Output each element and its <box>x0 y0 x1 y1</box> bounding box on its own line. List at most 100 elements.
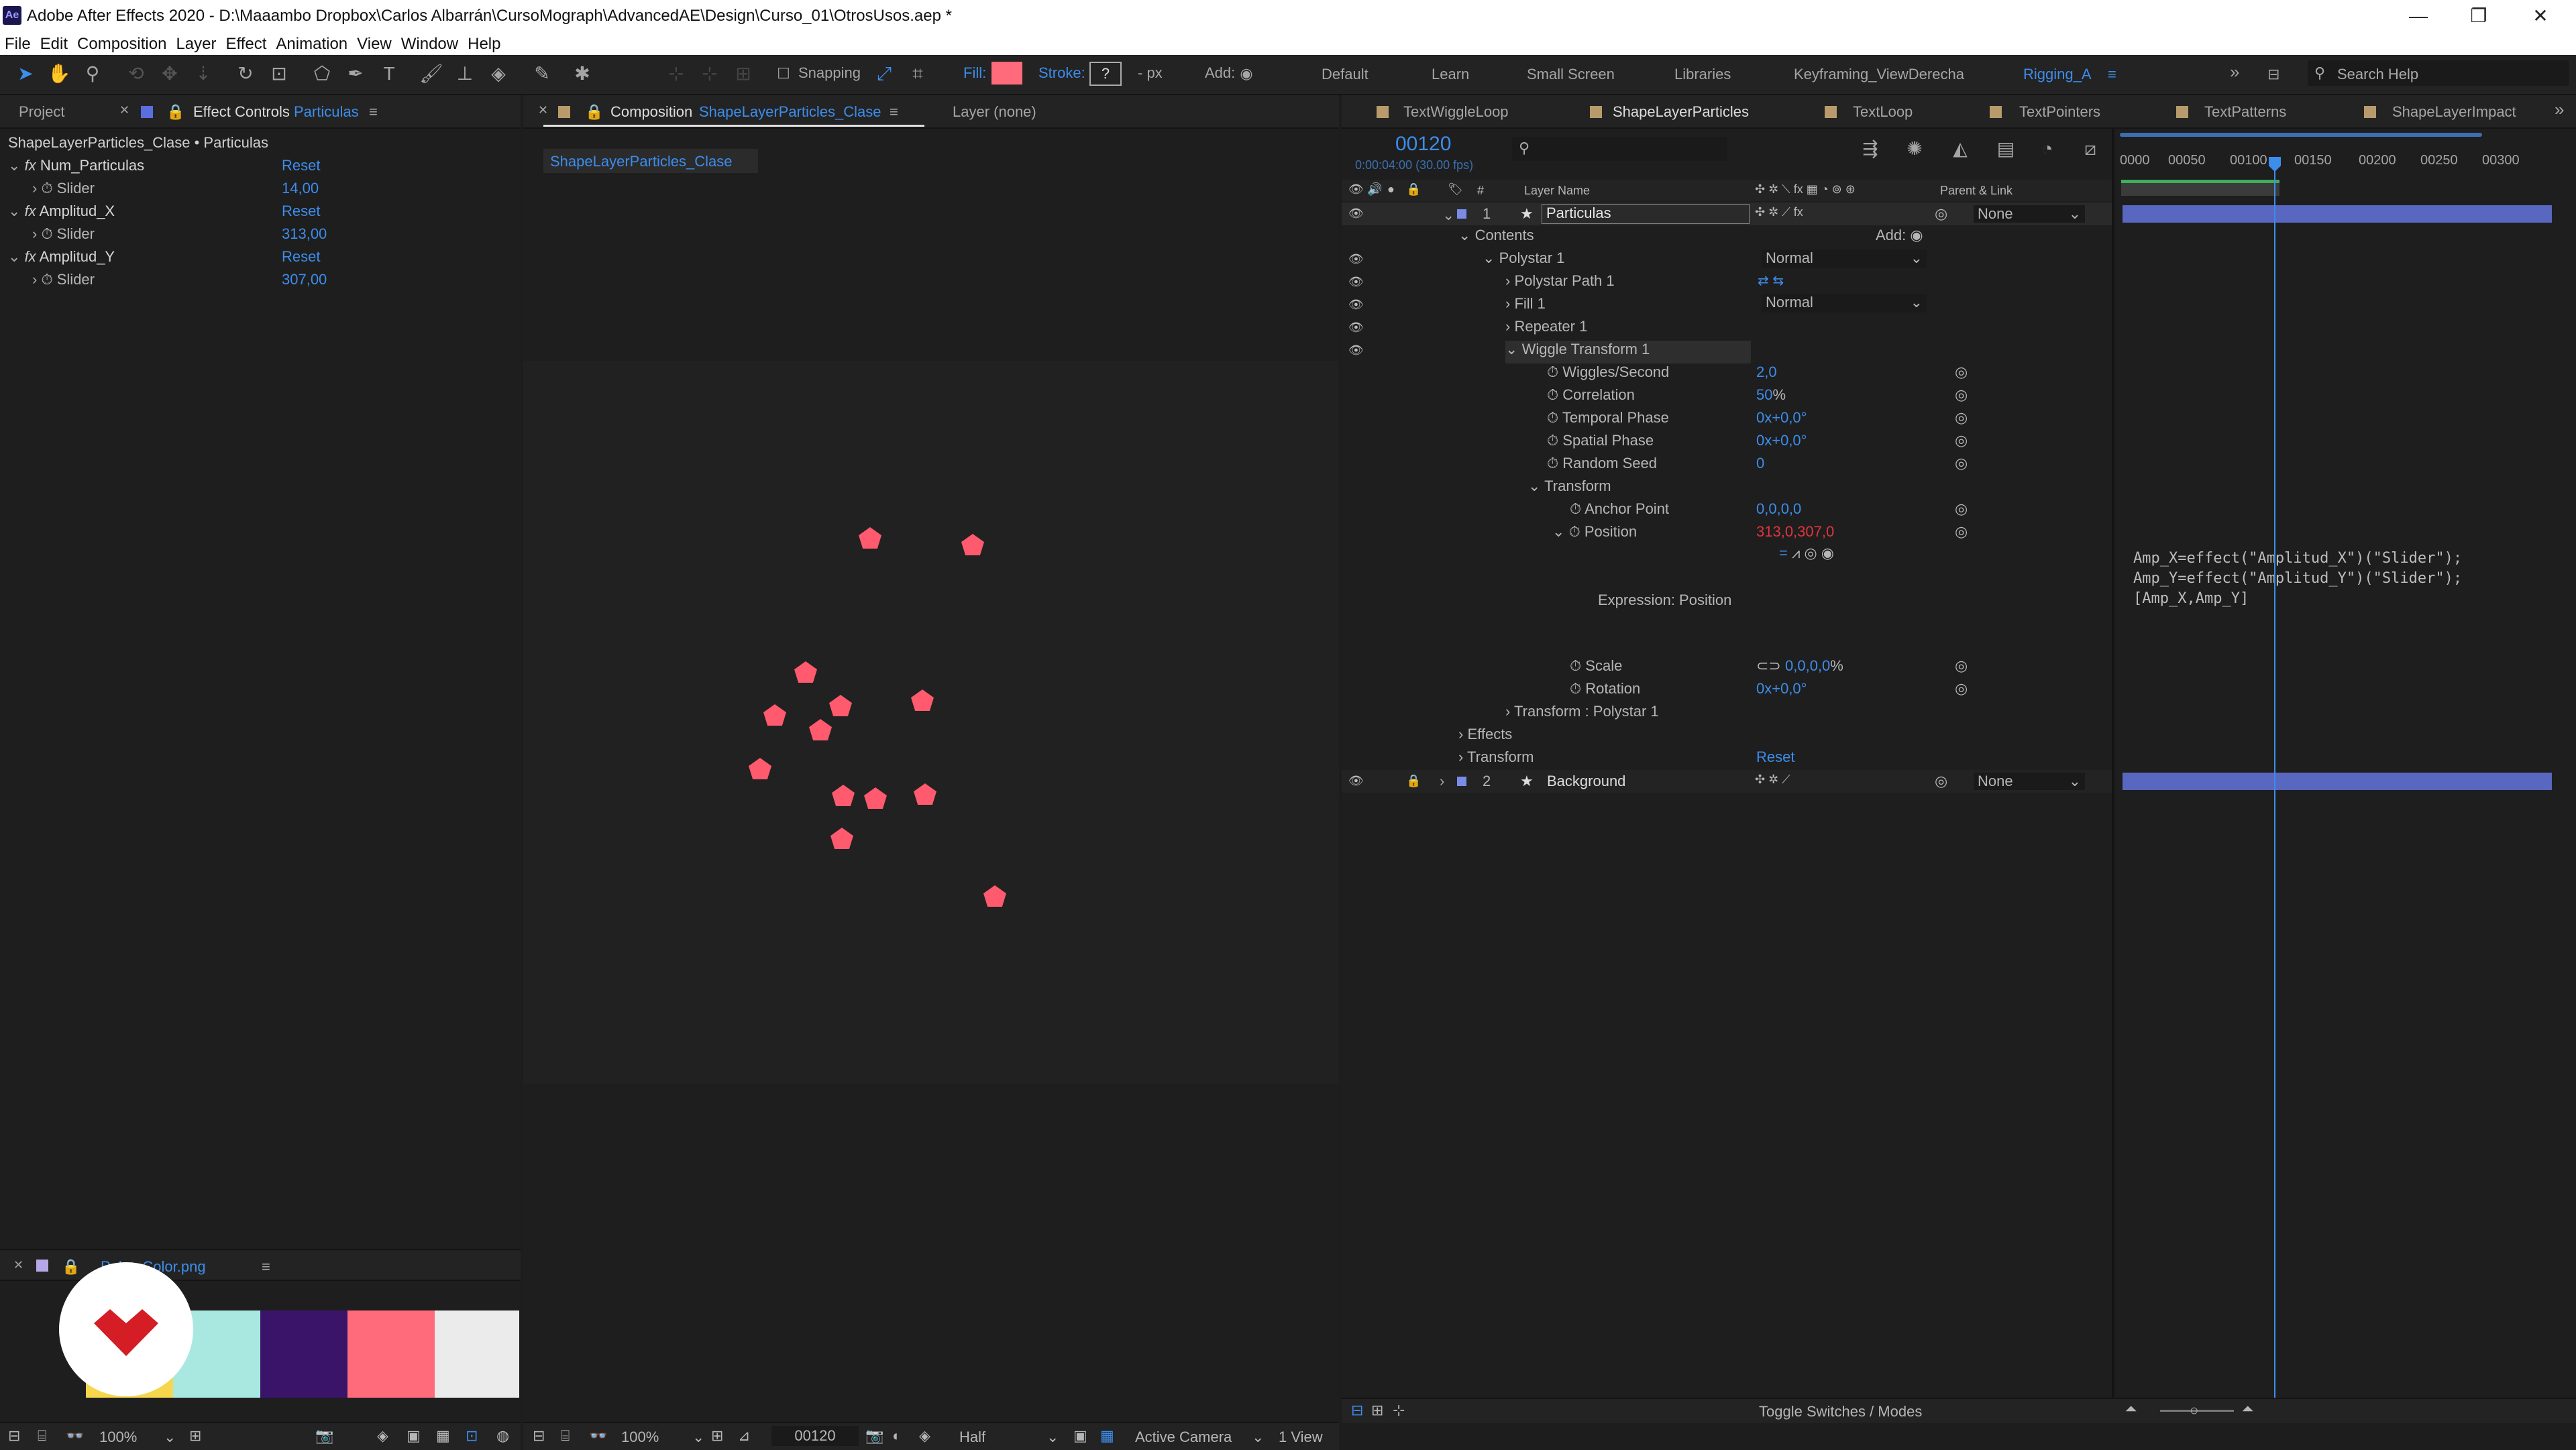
menu-window[interactable]: Window <box>396 34 463 54</box>
close-tab-icon[interactable]: ✕ <box>13 1258 23 1272</box>
menu-view[interactable]: View <box>352 34 396 54</box>
current-time-field[interactable]: 00120 <box>771 1426 859 1446</box>
expression-line-2[interactable]: Amp_Y=effect("Amplitud_Y")("Slider"); <box>2133 569 2462 589</box>
layer-lock-icon[interactable]: 🔒 <box>1406 774 1421 788</box>
effect-num-particulas[interactable]: ⌄ fx Num_Particulas Reset <box>8 157 504 180</box>
tab-layer[interactable]: Layer (none) <box>953 103 1036 121</box>
shy-layers-icon[interactable]: ◭ <box>1948 137 1972 161</box>
graph-editor-icon[interactable]: ⧄ <box>2078 137 2102 161</box>
toggle-transparency-grid-icon[interactable]: ▦ <box>1100 1427 1114 1445</box>
pan-behind-tool-icon[interactable]: ⊡ <box>267 62 291 86</box>
expression-line-1[interactable]: Amp_X=effect("Amplitud_X")("Slider"); <box>2133 549 2462 569</box>
current-time-indicator[interactable] <box>2274 157 2275 1422</box>
clone-stamp-icon[interactable]: ⊥ <box>453 62 477 86</box>
region-of-interest-icon[interactable]: ▣ <box>407 1427 421 1445</box>
wiggle-transform-subgroup[interactable]: ⌄ Transform <box>1528 478 1611 500</box>
zoom-out-mountain-icon[interactable]: ⏶ <box>2125 1400 2137 1418</box>
stroke-color-swatch[interactable]: ? <box>1089 62 1122 86</box>
local-axis-icon[interactable]: ⊹ <box>664 62 688 86</box>
resolution-dropdown[interactable]: Half <box>959 1429 985 1446</box>
parent-dropdown[interactable]: None ⌄ <box>1974 205 2085 223</box>
snap-features-icon[interactable]: ⌗ <box>906 62 930 86</box>
toggle-transfer-controls-icon[interactable]: ⊞ <box>1371 1402 1383 1419</box>
slider-value[interactable]: 14,00 <box>282 180 319 197</box>
zoom-in-mountain-icon[interactable]: ⏶ <box>2242 1400 2254 1418</box>
hand-tool-icon[interactable]: ✋ <box>47 62 71 86</box>
composition-viewer[interactable] <box>523 361 1339 1084</box>
panel-menu-icon[interactable]: ≡ <box>369 103 378 121</box>
expression-spiral-icon[interactable]: ◎ <box>1955 500 1968 518</box>
preview-monitor-icon[interactable]: ⌸ <box>561 1427 570 1445</box>
roto-brush-icon[interactable]: ✎ <box>530 62 554 86</box>
visibility-eye-icon[interactable]: 👁 <box>1348 774 1364 788</box>
snapshot-camera-icon[interactable]: 📷 <box>315 1427 333 1445</box>
timeline-tab-textwiggleloop[interactable]: TextWiggleLoop <box>1403 103 1509 121</box>
contents-group[interactable]: ⌄ Contents <box>1458 227 1534 249</box>
work-area-bar[interactable] <box>2120 133 2482 137</box>
wiggles-second-property[interactable]: ⏱ Wiggles/Second <box>1547 364 1669 386</box>
pan-camera-icon[interactable]: ✥ <box>158 62 182 86</box>
menu-layer[interactable]: Layer <box>171 34 221 54</box>
position-property[interactable]: ⌄ ⏱ Position <box>1552 523 1637 546</box>
fill-blend-mode-dropdown[interactable]: Normal ⌄ <box>1762 294 1927 313</box>
tab-effect-controls-layer[interactable]: Particulas <box>294 103 359 121</box>
layer-row-background[interactable]: 👁 🔒 › 2 ★ Background ✣ ✲ ⟋ ◎ None ⌄ <box>1342 770 2112 793</box>
anchor-point-property[interactable]: ⏱ Anchor Point <box>1570 500 1669 523</box>
slider-value[interactable]: 307,00 <box>282 271 327 288</box>
expression-spiral-icon[interactable]: ◎ <box>1955 432 1968 449</box>
timeline-tab-textpointers[interactable]: TextPointers <box>2019 103 2100 121</box>
reset-exposure-icon[interactable]: ◍ <box>496 1427 509 1445</box>
fit-frame-icon[interactable]: ⊞ <box>189 1427 201 1445</box>
type-tool-icon[interactable]: T <box>377 62 401 86</box>
timeline-divider[interactable] <box>2112 127 2114 1422</box>
eraser-tool-icon[interactable]: ◈ <box>486 62 511 86</box>
pickwhip-icon[interactable]: ◎ <box>1935 773 1947 790</box>
menu-animation[interactable]: Animation <box>271 34 352 54</box>
chevron-down-icon[interactable]: ⌄ <box>1046 1429 1059 1446</box>
panel-menu-icon[interactable]: ≡ <box>262 1258 270 1276</box>
timeline-tab-textpatterns[interactable]: TextPatterns <box>2204 103 2286 121</box>
workspace-libraries[interactable]: Libraries <box>1674 66 1731 83</box>
reset-link[interactable]: Reset <box>282 203 320 220</box>
toggle-in-out-icon[interactable]: ⊹ <box>1393 1402 1405 1419</box>
dolly-camera-icon[interactable]: ⇣ <box>191 62 215 86</box>
tab-project[interactable]: Project <box>19 103 64 121</box>
stopwatch-icon[interactable]: ⏱ <box>41 225 52 242</box>
show-channel-icon[interactable]: ◈ <box>919 1427 930 1445</box>
polystar-path-group[interactable]: › Polystar Path 1 <box>1505 272 1615 295</box>
comp-mini-flowchart-icon[interactable]: ⇶ <box>1858 137 1882 161</box>
comp-breadcrumb[interactable]: ShapeLayerParticles_Clase <box>543 149 758 173</box>
expression-controls-icons[interactable]: = ⩘ ◎ ◉ <box>1779 545 1834 562</box>
tab-composition-name[interactable]: ShapeLayerParticles_Clase <box>699 103 881 121</box>
timeline-overflow-icon[interactable]: » <box>2555 99 2564 120</box>
preview-monitor-icon[interactable]: ⌸ <box>38 1427 46 1445</box>
add-menu-icon[interactable]: ◉ <box>1234 62 1258 86</box>
safe-margins-icon[interactable]: ⊿ <box>738 1427 750 1445</box>
snapping-checkbox-icon[interactable]: ☐ <box>771 62 796 86</box>
motion-blur-icon[interactable]: ◔ <box>2035 137 2059 161</box>
toggle-mask-icon[interactable]: ⊟ <box>533 1427 545 1445</box>
visibility-eye-icon[interactable]: 👁 <box>1348 321 1364 335</box>
layer-name-field[interactable]: Particulas <box>1542 204 1750 224</box>
reset-link[interactable]: Reset <box>282 248 320 266</box>
workspace-keyframing[interactable]: Keyframing_ViewDerecha <box>1794 66 1964 83</box>
toggle-transparency-grid-icon[interactable]: ▦ <box>436 1427 450 1445</box>
toggle-switches-modes-button[interactable]: Toggle Switches / Modes <box>1759 1403 1922 1420</box>
expression-spiral-icon[interactable]: ◎ <box>1955 455 1968 472</box>
expression-spiral-icon[interactable]: ◎ <box>1955 657 1968 675</box>
panel-menu-icon[interactable]: ≡ <box>890 103 898 121</box>
view-layout-dropdown[interactable]: 1 View <box>1279 1429 1323 1446</box>
show-snapshot-icon[interactable]: ◐ <box>892 1427 901 1445</box>
spatial-phase-property[interactable]: ⏱ Spatial Phase <box>1547 432 1654 455</box>
timeline-tab-shapelayerparticles[interactable]: ShapeLayerParticles <box>1613 103 1749 121</box>
lock-icon[interactable]: 🔒 <box>166 103 184 121</box>
effect-amplitud-y[interactable]: ⌄ fx Amplitud_Y Reset <box>8 248 504 271</box>
snap-edges-icon[interactable]: ⤢ <box>872 62 896 86</box>
view-axis-icon[interactable]: ⊞ <box>731 62 755 86</box>
polystar-group[interactable]: ⌄ Polystar 1 <box>1483 249 1564 272</box>
workspace-overflow-icon[interactable]: » <box>2230 62 2239 82</box>
visibility-eye-icon[interactable]: 👁 <box>1348 207 1364 221</box>
tab-effect-controls[interactable]: Effect Controls <box>193 103 290 121</box>
slider-value[interactable]: 313,00 <box>282 225 327 243</box>
workspace-rigging-a[interactable]: Rigging_A <box>2023 66 2092 83</box>
